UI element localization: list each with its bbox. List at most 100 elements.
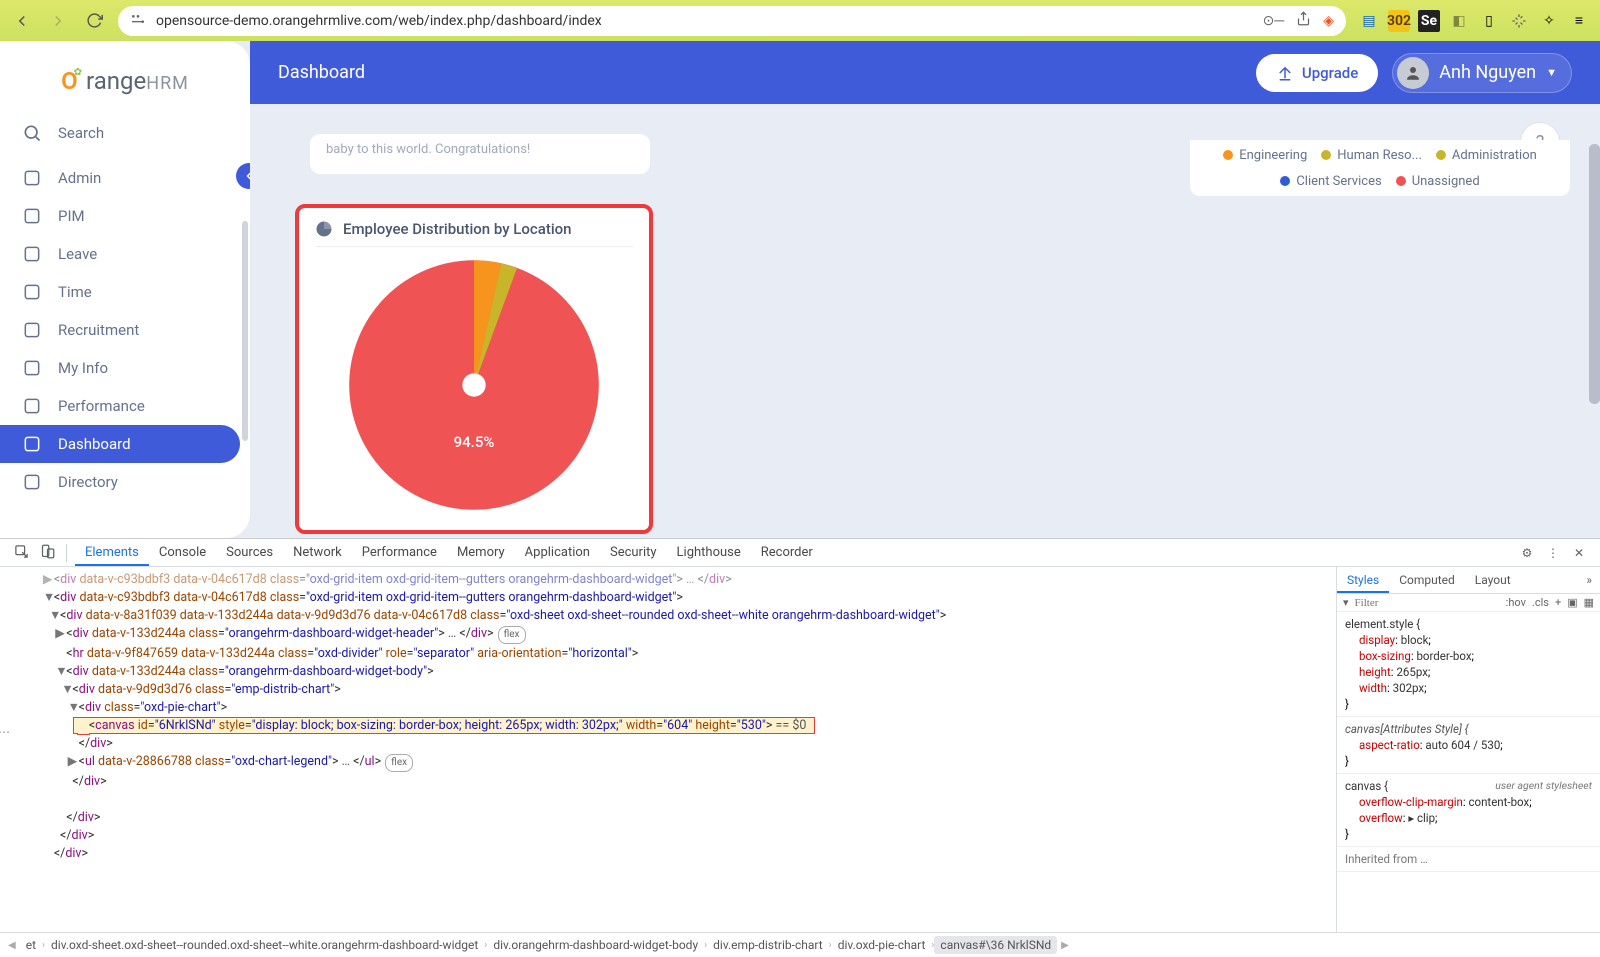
devtools-tab-recorder[interactable]: Recorder bbox=[751, 539, 823, 566]
nav-icon bbox=[22, 358, 42, 378]
breadcrumb-right[interactable]: ▶ bbox=[1061, 940, 1069, 951]
dom-node[interactable]: <hr data-v-9f847659 data-v-133d244a clas… bbox=[18, 645, 1336, 663]
ext-icon-1[interactable]: ▤ bbox=[1358, 10, 1380, 32]
menu-icon[interactable]: ≡ bbox=[1568, 10, 1590, 32]
key-icon[interactable]: ⊙─ bbox=[1263, 12, 1285, 29]
css-rule[interactable]: canvas[Attributes Style] {aspect-ratio: … bbox=[1337, 717, 1600, 774]
sidebar-item-my-info[interactable]: My Info bbox=[0, 349, 240, 387]
nav-icon bbox=[22, 206, 42, 226]
dom-node[interactable]: ▼<div data-v-c93bdbf3 data-v-04c617d8 cl… bbox=[18, 589, 1336, 607]
brave-shield-icon[interactable]: ◈ bbox=[1323, 13, 1334, 29]
close-devtools-icon[interactable]: ✕ bbox=[1568, 546, 1590, 560]
more-icon[interactable]: ⋮ bbox=[1542, 546, 1564, 560]
site-settings-icon[interactable] bbox=[130, 11, 146, 31]
dom-node[interactable]: ▶<div data-v-c93bdbf3 data-v-04c617d8 cl… bbox=[18, 571, 1336, 589]
sidebar-scrollbar[interactable] bbox=[242, 221, 248, 441]
device-icon[interactable] bbox=[36, 544, 58, 562]
box-model-icon[interactable]: ▦ bbox=[1584, 596, 1594, 609]
upgrade-button[interactable]: Upgrade bbox=[1256, 54, 1378, 92]
styles-tab-layout[interactable]: Layout bbox=[1465, 567, 1521, 593]
devtools-tab-elements[interactable]: Elements bbox=[75, 539, 149, 566]
devtools-tab-sources[interactable]: Sources bbox=[216, 539, 283, 566]
sidebar-item-admin[interactable]: Admin bbox=[0, 159, 240, 197]
bookmark-icon[interactable]: ✧ bbox=[1538, 10, 1560, 32]
dom-node[interactable]: </div> bbox=[18, 827, 1336, 845]
hov-toggle[interactable]: :hov bbox=[1506, 596, 1526, 609]
dom-breadcrumb[interactable]: ◀ et›div.oxd-sheet.oxd-sheet--rounded.ox… bbox=[0, 932, 1600, 957]
ext-icon-3[interactable]: ◧ bbox=[1448, 10, 1470, 32]
content-scrollbar-thumb[interactable] bbox=[1589, 144, 1600, 404]
dom-node[interactable]: </div> bbox=[18, 773, 1336, 791]
filter-icon: ▾ bbox=[1343, 596, 1349, 609]
devtools-tab-performance[interactable]: Performance bbox=[352, 539, 447, 566]
dom-node[interactable]: ▼<div data-v-8a31f039 data-v-133d244a da… bbox=[18, 607, 1336, 625]
breadcrumb-node[interactable]: et bbox=[20, 936, 42, 954]
legend-item: Unassigned bbox=[1396, 174, 1480, 189]
nav-icon bbox=[22, 434, 42, 454]
ext-badge[interactable]: 302 bbox=[1388, 10, 1410, 32]
more-styles-icon[interactable]: » bbox=[1578, 573, 1600, 587]
back-button[interactable] bbox=[10, 9, 34, 33]
filter-input[interactable] bbox=[1355, 597, 1500, 609]
ext-icon-4[interactable]: ▯ bbox=[1478, 10, 1500, 32]
legend-dot bbox=[1321, 150, 1331, 160]
settings-icon[interactable]: ⚙ bbox=[1516, 546, 1538, 560]
nav-icon bbox=[22, 168, 42, 188]
page-title: Dashboard bbox=[278, 62, 365, 83]
nav-icon bbox=[22, 396, 42, 416]
devtools-tab-console[interactable]: Console bbox=[149, 539, 216, 566]
legend-item: Engineering bbox=[1223, 148, 1307, 163]
selenium-icon[interactable]: Se bbox=[1418, 10, 1440, 32]
new-rule-icon[interactable]: + bbox=[1555, 596, 1561, 609]
devtools-tab-application[interactable]: Application bbox=[515, 539, 600, 566]
sidebar-item-pim[interactable]: PIM bbox=[0, 197, 240, 235]
devtools-tab-network[interactable]: Network bbox=[283, 539, 352, 566]
sidebar-item-dashboard[interactable]: Dashboard bbox=[0, 425, 240, 463]
dom-node[interactable]: </div> bbox=[18, 735, 1336, 753]
url-bar[interactable]: opensource-demo.orangehrmlive.com/web/in… bbox=[118, 6, 1346, 36]
inspect-icon[interactable] bbox=[10, 544, 32, 562]
reload-button[interactable] bbox=[82, 9, 106, 33]
cls-toggle[interactable]: .cls bbox=[1532, 596, 1549, 609]
search-label: Search bbox=[58, 124, 104, 142]
dom-node[interactable]: </div> bbox=[18, 845, 1336, 863]
pie-percent-label: 94.5% bbox=[454, 433, 495, 451]
devtools-tab-memory[interactable]: Memory bbox=[447, 539, 515, 566]
devtools-tab-security[interactable]: Security bbox=[600, 539, 667, 566]
dom-node[interactable]: <canvas id="6NrklSNd" style="display: bl… bbox=[18, 717, 1336, 735]
extensions-icon[interactable] bbox=[1508, 10, 1530, 32]
dom-node[interactable]: ▼<div data-v-133d244a class="orangehrm-d… bbox=[18, 663, 1336, 681]
forward-button[interactable] bbox=[46, 9, 70, 33]
dom-node[interactable]: ▼<div class="oxd-pie-chart"> bbox=[18, 699, 1336, 717]
css-rule[interactable]: element.style {display: block;box-sizing… bbox=[1337, 612, 1600, 717]
devtools-tab-lighthouse[interactable]: Lighthouse bbox=[667, 539, 751, 566]
dom-node[interactable]: ▶<div data-v-133d244a class="orangehrm-d… bbox=[18, 625, 1336, 645]
dom-node[interactable]: ▼<div data-v-9d9d3d76 class="emp-distrib… bbox=[18, 681, 1336, 699]
user-name: Anh Nguyen bbox=[1439, 62, 1536, 83]
dom-node[interactable]: ▶<ul data-v-28866788 class="oxd-chart-le… bbox=[18, 753, 1336, 773]
dom-node[interactable]: </div> bbox=[18, 809, 1336, 827]
breadcrumb-node[interactable]: div.emp-distrib-chart bbox=[707, 936, 829, 954]
elements-panel[interactable]: ⋯ ▶<div data-v-c93bdbf3 data-v-04c617d8 … bbox=[0, 567, 1336, 932]
sidebar-item-recruitment[interactable]: Recruitment bbox=[0, 311, 240, 349]
breadcrumb-node[interactable]: canvas#\36 NrklSNd bbox=[934, 936, 1057, 954]
computed-panel-icon[interactable]: ▣ bbox=[1567, 596, 1577, 609]
user-menu[interactable]: Anh Nguyen ▼ bbox=[1392, 53, 1572, 93]
css-rule[interactable]: canvas {user agent stylesheetoverflow-cl… bbox=[1337, 774, 1600, 847]
app-header: Dashboard Upgrade Anh Nguyen ▼ bbox=[250, 41, 1600, 104]
sidebar-item-leave[interactable]: Leave bbox=[0, 235, 240, 273]
breadcrumb-node[interactable]: div.oxd-sheet.oxd-sheet--rounded.oxd-she… bbox=[45, 936, 484, 954]
styles-tab-styles[interactable]: Styles bbox=[1337, 567, 1389, 593]
dom-node[interactable] bbox=[18, 791, 1336, 809]
sidebar-search[interactable]: Search bbox=[0, 113, 250, 153]
nav-icon bbox=[22, 472, 42, 492]
breadcrumb-node[interactable]: div.oxd-pie-chart bbox=[832, 936, 932, 954]
styles-tab-computed[interactable]: Computed bbox=[1389, 567, 1465, 593]
overflow-indicator[interactable]: ⋯ bbox=[0, 725, 14, 739]
sidebar-item-directory[interactable]: Directory bbox=[0, 463, 240, 501]
sidebar-item-time[interactable]: Time bbox=[0, 273, 240, 311]
sidebar-item-performance[interactable]: Performance bbox=[0, 387, 240, 425]
share-icon[interactable] bbox=[1296, 11, 1311, 30]
breadcrumb-node[interactable]: div.orangehrm-dashboard-widget-body bbox=[487, 936, 704, 954]
breadcrumb-left[interactable]: ◀ bbox=[8, 940, 16, 951]
